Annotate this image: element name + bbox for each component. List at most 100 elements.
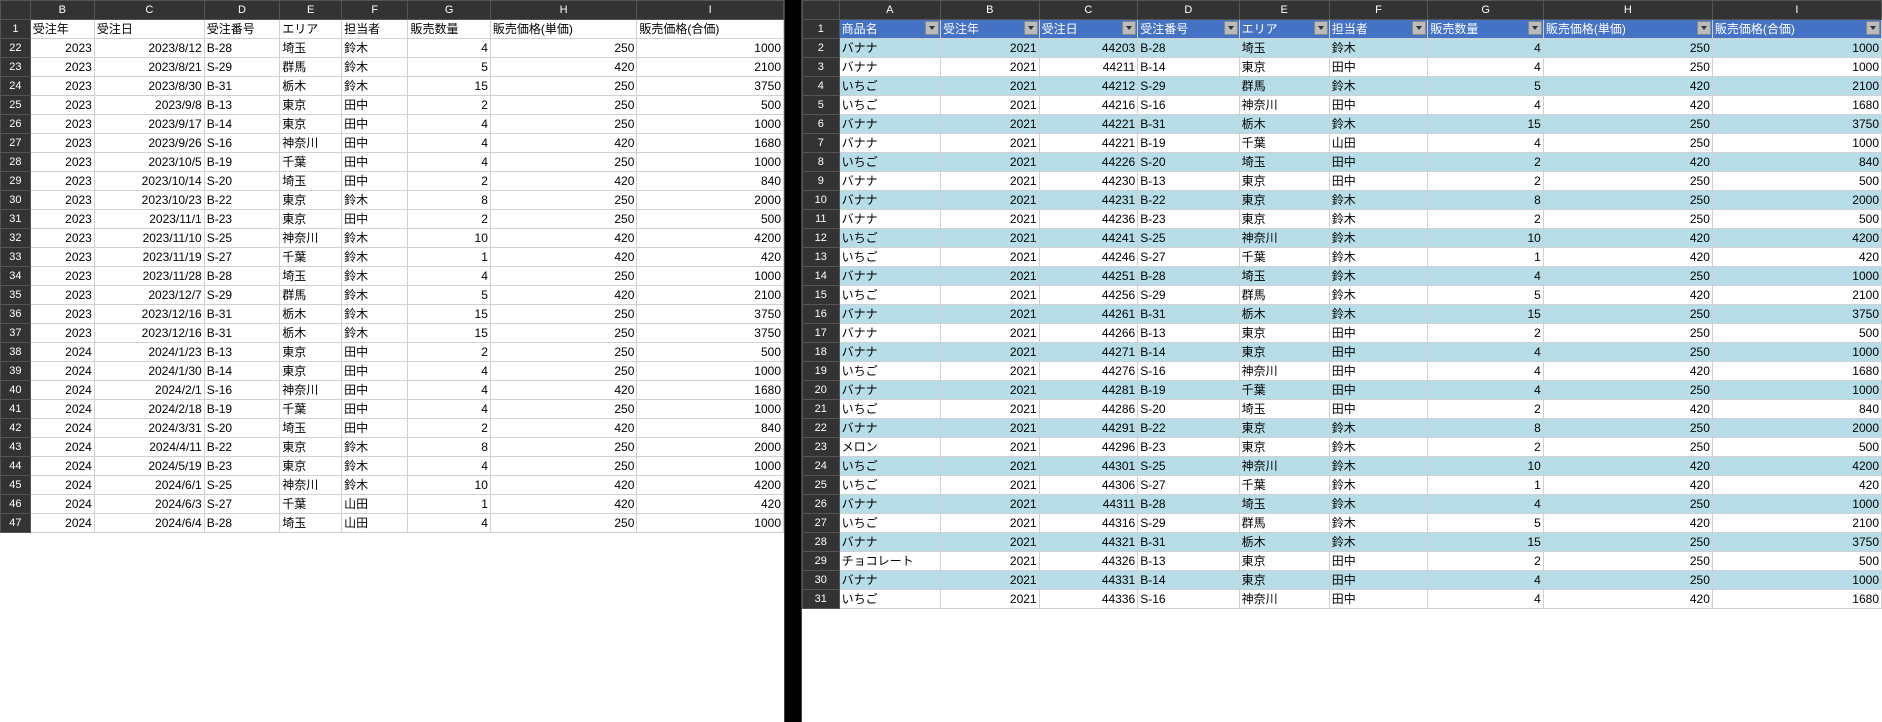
cell[interactable]: 1000 (1712, 343, 1881, 362)
table-header[interactable]: 販売価格(合価) (1712, 20, 1881, 39)
cell[interactable]: 神奈川 (1239, 590, 1329, 609)
cell[interactable]: 44296 (1039, 438, 1138, 457)
cell[interactable]: 10 (1428, 229, 1544, 248)
cell[interactable]: バナナ (839, 58, 940, 77)
cell[interactable]: 神奈川 (1239, 96, 1329, 115)
cell[interactable]: B-19 (1138, 381, 1239, 400)
column-header-B[interactable]: B (30, 1, 94, 20)
cell[interactable]: 2023 (30, 96, 94, 115)
cell[interactable]: 2024/6/3 (94, 495, 204, 514)
cell[interactable]: 15 (1428, 115, 1544, 134)
cell[interactable]: いちご (839, 96, 940, 115)
cell[interactable]: 250 (490, 267, 637, 286)
cell[interactable]: 3750 (637, 77, 784, 96)
cell[interactable]: 千葉 (280, 495, 342, 514)
cell[interactable]: 8 (1428, 419, 1544, 438)
column-header-G[interactable]: G (408, 1, 490, 20)
cell[interactable]: 1 (1428, 248, 1544, 267)
cell[interactable]: 田中 (342, 134, 408, 153)
row-header[interactable]: 31 (803, 590, 840, 609)
cell[interactable]: 東京 (1239, 419, 1329, 438)
row-header[interactable]: 17 (803, 324, 840, 343)
cell[interactable]: B-31 (1138, 533, 1239, 552)
cell[interactable]: 250 (490, 77, 637, 96)
cell[interactable]: 420 (1543, 457, 1712, 476)
cell[interactable]: 2024/6/1 (94, 476, 204, 495)
cell[interactable]: 15 (408, 305, 490, 324)
cell[interactable]: 4 (1428, 381, 1544, 400)
cell[interactable]: 500 (637, 96, 784, 115)
cell[interactable]: 埼玉 (1239, 153, 1329, 172)
cell[interactable]: 420 (490, 381, 637, 400)
cell[interactable]: 埼玉 (280, 419, 342, 438)
cell[interactable]: 44306 (1039, 476, 1138, 495)
row-header[interactable]: 14 (803, 267, 840, 286)
cell[interactable]: 栃木 (280, 77, 342, 96)
cell[interactable]: 埼玉 (280, 267, 342, 286)
cell[interactable]: 栃木 (1239, 533, 1329, 552)
cell[interactable]: バナナ (839, 305, 940, 324)
cell[interactable]: 250 (490, 438, 637, 457)
cell[interactable]: 420 (490, 476, 637, 495)
cell[interactable]: B-23 (204, 210, 280, 229)
cell[interactable]: B-22 (204, 438, 280, 457)
cell[interactable]: 1000 (1712, 267, 1881, 286)
cell[interactable]: 2021 (941, 438, 1040, 457)
cell[interactable]: 2024 (30, 438, 94, 457)
cell[interactable]: 群馬 (1239, 77, 1329, 96)
cell[interactable]: 栃木 (1239, 305, 1329, 324)
cell[interactable]: 2024/2/18 (94, 400, 204, 419)
cell[interactable]: 千葉 (1239, 248, 1329, 267)
row-header[interactable]: 30 (803, 571, 840, 590)
cell[interactable]: 群馬 (1239, 286, 1329, 305)
cell[interactable]: バナナ (839, 571, 940, 590)
cell[interactable]: 250 (1543, 267, 1712, 286)
row-header[interactable]: 23 (1, 58, 31, 77)
filter-dropdown-icon[interactable] (1024, 21, 1038, 35)
cell[interactable]: 44241 (1039, 229, 1138, 248)
row-header[interactable]: 8 (803, 153, 840, 172)
cell[interactable]: 2023/9/26 (94, 134, 204, 153)
cell[interactable]: いちご (839, 457, 940, 476)
cell[interactable]: 44276 (1039, 362, 1138, 381)
cell[interactable]: 2021 (941, 77, 1040, 96)
table-row[interactable]: 15いちご202144256S-29群馬鈴木54202100 (803, 286, 1882, 305)
row-header[interactable]: 36 (1, 305, 31, 324)
cell[interactable]: 鈴木 (1329, 514, 1428, 533)
row-header[interactable]: 19 (803, 362, 840, 381)
row-header[interactable]: 23 (803, 438, 840, 457)
cell[interactable]: 250 (490, 343, 637, 362)
row-header[interactable]: 6 (803, 115, 840, 134)
cell[interactable]: 埼玉 (280, 172, 342, 191)
select-all-corner[interactable] (1, 1, 31, 20)
cell[interactable]: 1 (1428, 476, 1544, 495)
table-row[interactable]: 28バナナ202144321B-31栃木鈴木152503750 (803, 533, 1882, 552)
cell[interactable]: 東京 (1239, 58, 1329, 77)
column-header-D[interactable]: D (204, 1, 280, 20)
cell[interactable]: 420 (490, 286, 637, 305)
column-header-C[interactable]: C (94, 1, 204, 20)
cell[interactable]: 420 (490, 248, 637, 267)
column-header-F[interactable]: F (1329, 1, 1428, 20)
cell[interactable]: 4 (408, 39, 490, 58)
cell[interactable]: 44261 (1039, 305, 1138, 324)
cell[interactable]: 田中 (1329, 343, 1428, 362)
table-row[interactable]: 19いちご202144276S-16神奈川田中44201680 (803, 362, 1882, 381)
cell[interactable]: 2021 (941, 210, 1040, 229)
cell[interactable]: 2023 (30, 229, 94, 248)
cell[interactable]: 4 (1428, 96, 1544, 115)
row-header[interactable]: 25 (1, 96, 31, 115)
cell[interactable]: 2023 (30, 39, 94, 58)
cell[interactable]: 1680 (1712, 590, 1881, 609)
cell[interactable]: 4 (1428, 571, 1544, 590)
row-header[interactable]: 7 (803, 134, 840, 153)
cell[interactable]: B-23 (204, 457, 280, 476)
table-row[interactable]: 22バナナ202144291B-22東京鈴木82502000 (803, 419, 1882, 438)
filter-dropdown-icon[interactable] (925, 21, 939, 35)
cell[interactable]: 44216 (1039, 96, 1138, 115)
cell[interactable]: 10 (408, 476, 490, 495)
cell[interactable]: 2021 (941, 590, 1040, 609)
cell[interactable]: 1000 (637, 400, 784, 419)
cell[interactable]: S-25 (1138, 229, 1239, 248)
cell[interactable]: 2024 (30, 514, 94, 533)
